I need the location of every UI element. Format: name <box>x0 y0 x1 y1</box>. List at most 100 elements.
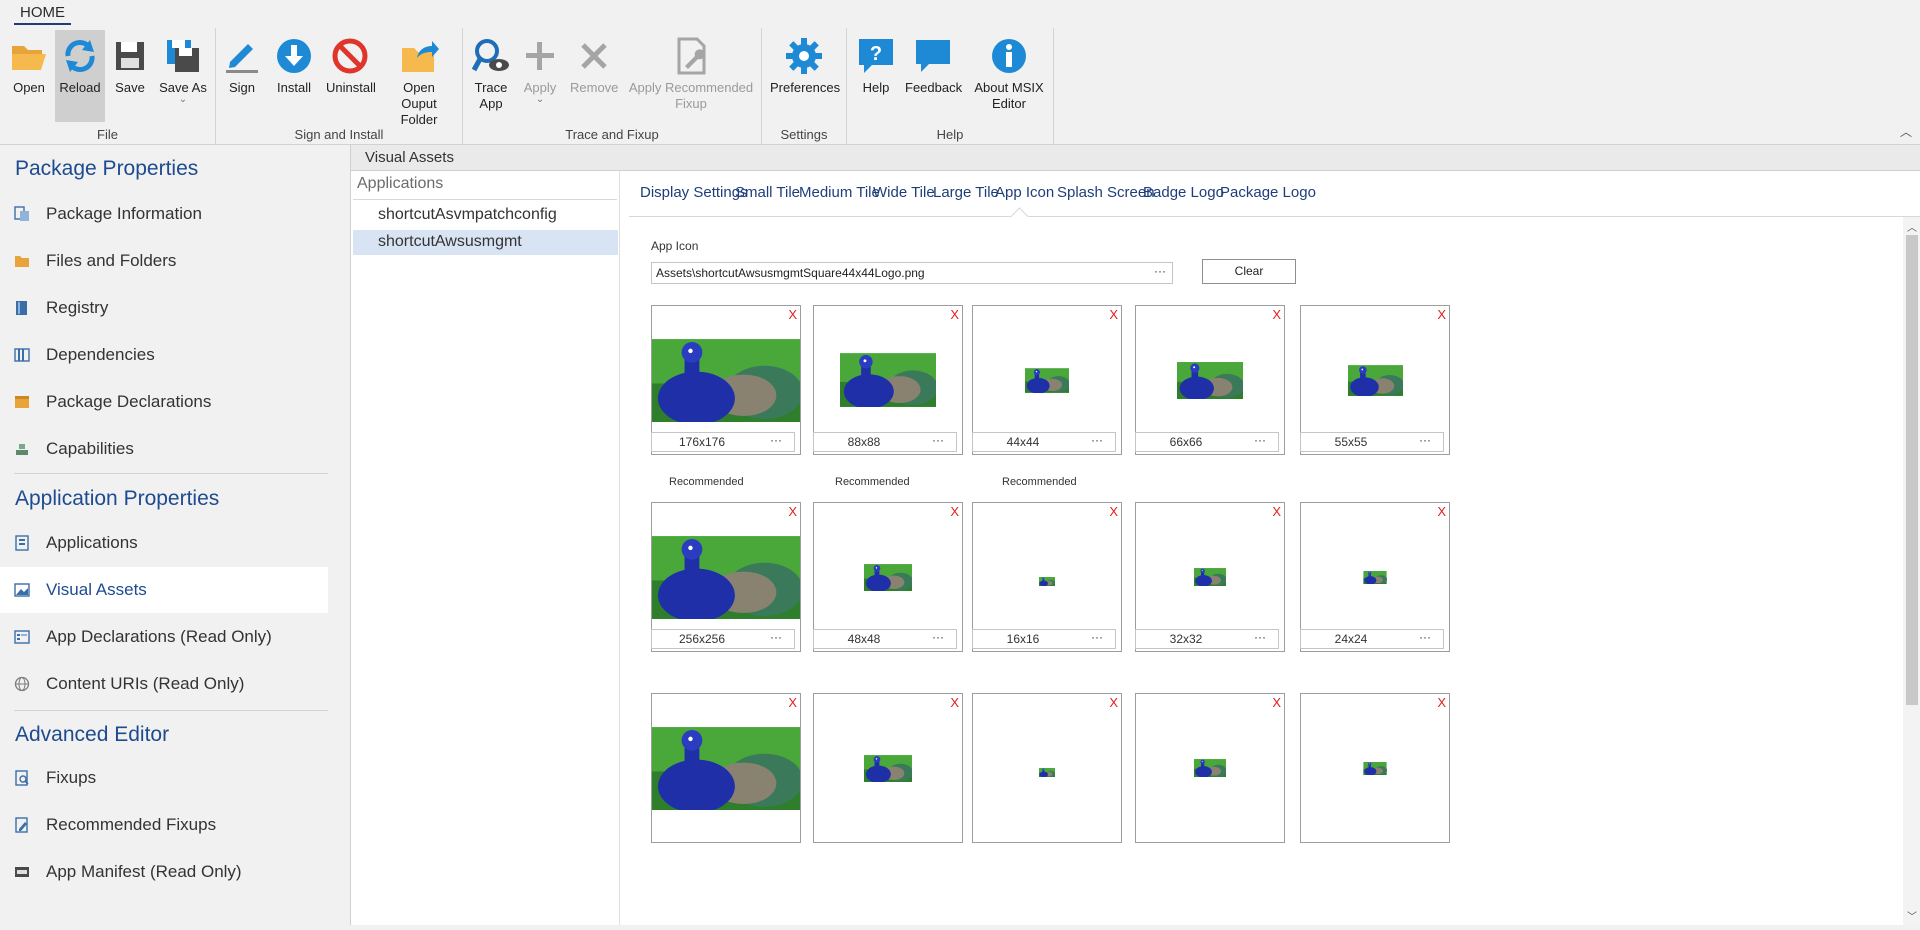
tab-display-settings[interactable]: Display Settings <box>640 184 748 201</box>
close-icon[interactable]: X <box>788 307 797 322</box>
tab-wide-tile[interactable]: Wide Tile <box>873 184 935 201</box>
tab-package-logo[interactable]: Package Logo <box>1220 184 1316 201</box>
uninstall-button[interactable]: Uninstall <box>324 30 376 96</box>
tab-large-tile[interactable]: Large Tile <box>933 184 999 201</box>
clear-button[interactable]: Clear <box>1202 259 1296 284</box>
close-icon[interactable]: X <box>1272 504 1281 519</box>
icon-preview-tile[interactable]: X <box>1135 693 1285 843</box>
icon-size-field[interactable]: 176x176 ··· <box>651 432 795 452</box>
close-icon[interactable]: X <box>788 504 797 519</box>
apply-button[interactable]: Apply ⌄ <box>518 30 562 105</box>
tab-badge-logo[interactable]: Badge Logo <box>1143 184 1224 201</box>
browse-ellipsis-button[interactable]: ··· <box>1254 433 1266 447</box>
tab-app-icon[interactable]: App Icon <box>995 184 1054 201</box>
icon-preview-tile[interactable]: X <box>972 693 1122 843</box>
nav-content-uris[interactable]: Content URIs (Read Only) <box>0 661 328 707</box>
nav-registry[interactable]: Registry <box>0 285 328 331</box>
icon-image <box>1039 764 1056 782</box>
preferences-button[interactable]: Preferences <box>768 30 840 96</box>
icon-size-field[interactable]: 88x88 ··· <box>813 432 957 452</box>
close-icon[interactable]: X <box>950 504 959 519</box>
browse-ellipsis-button[interactable]: ··· <box>1154 264 1166 278</box>
nav-app-manifest[interactable]: App Manifest (Read Only) <box>0 849 328 895</box>
tab-splash-screen[interactable]: Splash Screen <box>1057 184 1155 201</box>
application-row[interactable]: shortcutAsvmpatchconfig <box>353 203 618 228</box>
svg-text:?: ? <box>870 43 882 65</box>
nav-files-and-folders[interactable]: Files and Folders <box>0 238 328 284</box>
vertical-scrollbar[interactable]: ︿ ﹀ <box>1903 217 1920 925</box>
browse-ellipsis-button[interactable]: ··· <box>1419 433 1431 447</box>
scroll-down-icon[interactable]: ﹀ <box>1907 908 1917 923</box>
tab-medium-tile[interactable]: Medium Tile <box>799 184 880 201</box>
browse-ellipsis-button[interactable]: ··· <box>770 433 782 447</box>
icon-preview-tile[interactable]: X <box>1300 693 1450 843</box>
save-button[interactable]: Save <box>106 30 154 96</box>
icon-size-field[interactable]: 32x32 ··· <box>1135 629 1279 649</box>
icon-size-field[interactable]: 256x256 ··· <box>651 629 795 649</box>
collapse-ribbon-icon[interactable]: ︿ <box>1900 123 1912 140</box>
icon-size-field[interactable]: 48x48 ··· <box>813 629 957 649</box>
browse-ellipsis-button[interactable]: ··· <box>1091 630 1103 644</box>
help-button[interactable]: ? Help <box>855 30 897 96</box>
browse-ellipsis-button[interactable]: ··· <box>1254 630 1266 644</box>
save-as-button[interactable]: Save As ⌄ <box>155 30 211 105</box>
about-button[interactable]: About MSIX Editor <box>969 30 1049 112</box>
close-icon[interactable]: X <box>1109 695 1118 710</box>
icon-size-field[interactable]: 44x44 ··· <box>972 432 1116 452</box>
icon-size-field[interactable]: 66x66 ··· <box>1135 432 1279 452</box>
icon-size-label: 55x55 <box>1334 435 1368 449</box>
nav-dependencies[interactable]: Dependencies <box>0 332 328 378</box>
peacock-image <box>652 727 803 813</box>
icon-preview-tile[interactable]: X <box>813 693 963 843</box>
nav-package-information[interactable]: Package Information <box>0 191 328 237</box>
close-icon[interactable]: X <box>788 695 797 710</box>
icon-size-field[interactable]: 24x24 ··· <box>1300 629 1444 649</box>
icon-size-field[interactable]: 55x55 ··· <box>1300 432 1444 452</box>
nav-recommended-fixups[interactable]: Recommended Fixups <box>0 802 328 848</box>
nav-visual-assets[interactable]: Visual Assets <box>0 567 328 613</box>
tab-small-tile[interactable]: Small Tile <box>735 184 800 201</box>
scrollbar-thumb[interactable] <box>1906 235 1918 705</box>
close-icon[interactable]: X <box>950 695 959 710</box>
apply-recommended-fixup-button[interactable]: Apply Recommended Fixup <box>626 30 756 112</box>
visual-assets-image-icon <box>14 583 30 597</box>
application-row-selected[interactable]: shortcutAwsusmgmt <box>353 230 618 255</box>
applications-list-panel: Applications shortcutAsvmpatchconfig sho… <box>351 171 620 925</box>
remove-button[interactable]: Remove <box>568 30 620 96</box>
remove-x-icon <box>581 43 607 69</box>
close-icon[interactable]: X <box>1272 695 1281 710</box>
icon-preview-tile[interactable]: X <box>651 693 803 843</box>
manifest-xml-icon <box>15 867 29 877</box>
close-icon[interactable]: X <box>1109 307 1118 322</box>
close-icon[interactable]: X <box>1437 504 1446 519</box>
browse-ellipsis-button[interactable]: ··· <box>932 630 944 644</box>
sign-button[interactable]: Sign <box>222 30 262 96</box>
trace-app-button[interactable]: Trace App <box>469 30 513 112</box>
nav-app-declarations[interactable]: App Declarations (Read Only) <box>0 614 328 660</box>
close-icon[interactable]: X <box>1437 307 1446 322</box>
close-icon[interactable]: X <box>950 307 959 322</box>
open-output-folder-button[interactable]: Open Ouput Folder <box>382 30 456 128</box>
browse-ellipsis-button[interactable]: ··· <box>1419 630 1431 644</box>
tab-home[interactable]: HOME <box>14 2 71 25</box>
open-button[interactable]: Open <box>4 30 54 96</box>
nav-applications[interactable]: Applications <box>0 520 328 566</box>
close-icon[interactable]: X <box>1272 307 1281 322</box>
scroll-up-icon[interactable]: ︿ <box>1907 219 1917 234</box>
reload-button[interactable]: Reload <box>55 30 105 122</box>
nav-package-declarations[interactable]: Package Declarations <box>0 379 328 425</box>
nav-capabilities[interactable]: Capabilities <box>0 426 328 472</box>
close-icon[interactable]: X <box>1437 695 1446 710</box>
nav-label: Applications <box>46 533 138 552</box>
path-value: Assets\shortcutAwsusmgmtSquare44x44Logo.… <box>656 266 925 280</box>
browse-ellipsis-button[interactable]: ··· <box>770 630 782 644</box>
nav-fixups[interactable]: Fixups <box>0 755 328 801</box>
app-icon-path-field[interactable]: Assets\shortcutAwsusmgmtSquare44x44Logo.… <box>651 262 1173 284</box>
close-icon[interactable]: X <box>1109 504 1118 519</box>
feedback-button[interactable]: Feedback <box>903 30 963 96</box>
save-label: Save <box>115 80 145 95</box>
install-button[interactable]: Install <box>272 30 316 96</box>
browse-ellipsis-button[interactable]: ··· <box>1091 433 1103 447</box>
browse-ellipsis-button[interactable]: ··· <box>932 433 944 447</box>
icon-size-field[interactable]: 16x16 ··· <box>972 629 1116 649</box>
